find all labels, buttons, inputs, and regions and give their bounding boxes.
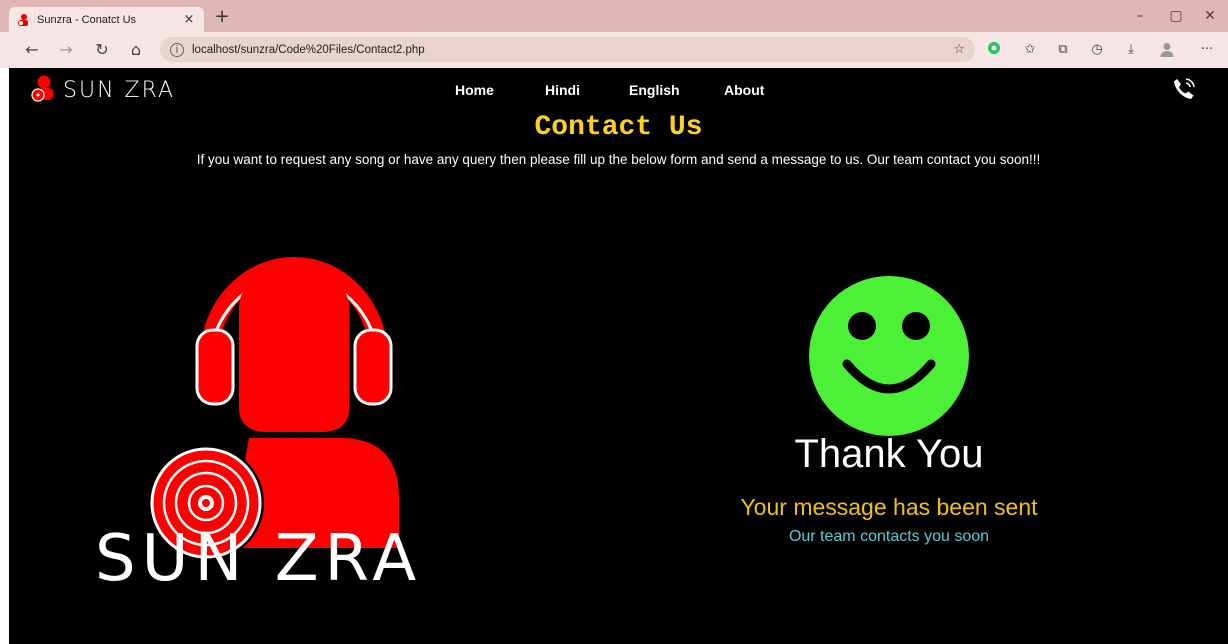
contact-soon-text: Our team contacts you soon (788, 528, 990, 545)
nav-english[interactable]: English (629, 82, 680, 98)
phone-icon[interactable] (1171, 76, 1197, 106)
close-window-button[interactable]: ✕ (1200, 8, 1220, 24)
profile-icon[interactable] (1158, 41, 1176, 59)
browser-tab-bar: Sunzra - Conatct Us × + – ▢ ✕ (0, 0, 1228, 32)
sunzra-logo-image: SUN ZRA (89, 218, 529, 602)
home-icon[interactable]: ⌂ (126, 40, 146, 60)
page-description: If you want to request any song or have … (196, 152, 1041, 167)
logo-wordmark: SUN ZRA (95, 522, 422, 596)
nav-home[interactable]: Home (455, 82, 494, 98)
more-icon[interactable]: ··· (1198, 41, 1216, 59)
history-icon[interactable]: ◷ (1088, 41, 1106, 59)
new-tab-button[interactable]: + (210, 7, 234, 29)
nav-about[interactable]: About (724, 82, 764, 98)
tab-title: Sunzra - Conatct Us (37, 13, 137, 26)
site-favicon-icon (17, 13, 31, 27)
brand-name: SUN ZRA (63, 77, 176, 103)
message-sent-text: Your message has been sent (740, 494, 1038, 520)
url-text: localhost/sunzra/Code%20Files/Contact2.p… (192, 43, 425, 56)
downloads-icon[interactable]: ⤓ (1122, 41, 1140, 59)
minimize-button[interactable]: – (1130, 8, 1150, 24)
url-field[interactable]: i localhost/sunzra/Code%20Files/Contact2… (160, 37, 975, 62)
refresh-icon[interactable]: ↻ (92, 40, 112, 60)
back-icon[interactable]: ← (22, 40, 42, 60)
brand-dj-icon (31, 74, 55, 106)
forward-icon[interactable]: → (56, 40, 76, 60)
collections-icon[interactable]: ⧉ (1054, 41, 1072, 59)
browser-address-bar: ← → ↻ ⌂ i localhost/sunzra/Code%20Files/… (0, 32, 1228, 68)
favorites-icon[interactable]: ✩ (1021, 41, 1039, 59)
tab-close-icon[interactable]: × (182, 12, 196, 27)
smiley-icon (807, 274, 971, 442)
restore-button[interactable]: ▢ (1166, 8, 1186, 24)
info-icon[interactable]: i (170, 42, 184, 57)
extension-icon[interactable] (985, 41, 1003, 59)
thank-you-heading: Thank You (794, 432, 984, 476)
page-title: Contact Us (534, 112, 703, 143)
brand-logo[interactable]: SUN ZRA (31, 74, 175, 106)
favorites-star-icon[interactable]: ☆ (953, 42, 965, 57)
browser-tab[interactable]: Sunzra - Conatct Us × (9, 7, 204, 32)
web-page: SUN ZRA Home Hindi English About Contact… (9, 68, 1228, 644)
nav-hindi[interactable]: Hindi (545, 82, 580, 98)
